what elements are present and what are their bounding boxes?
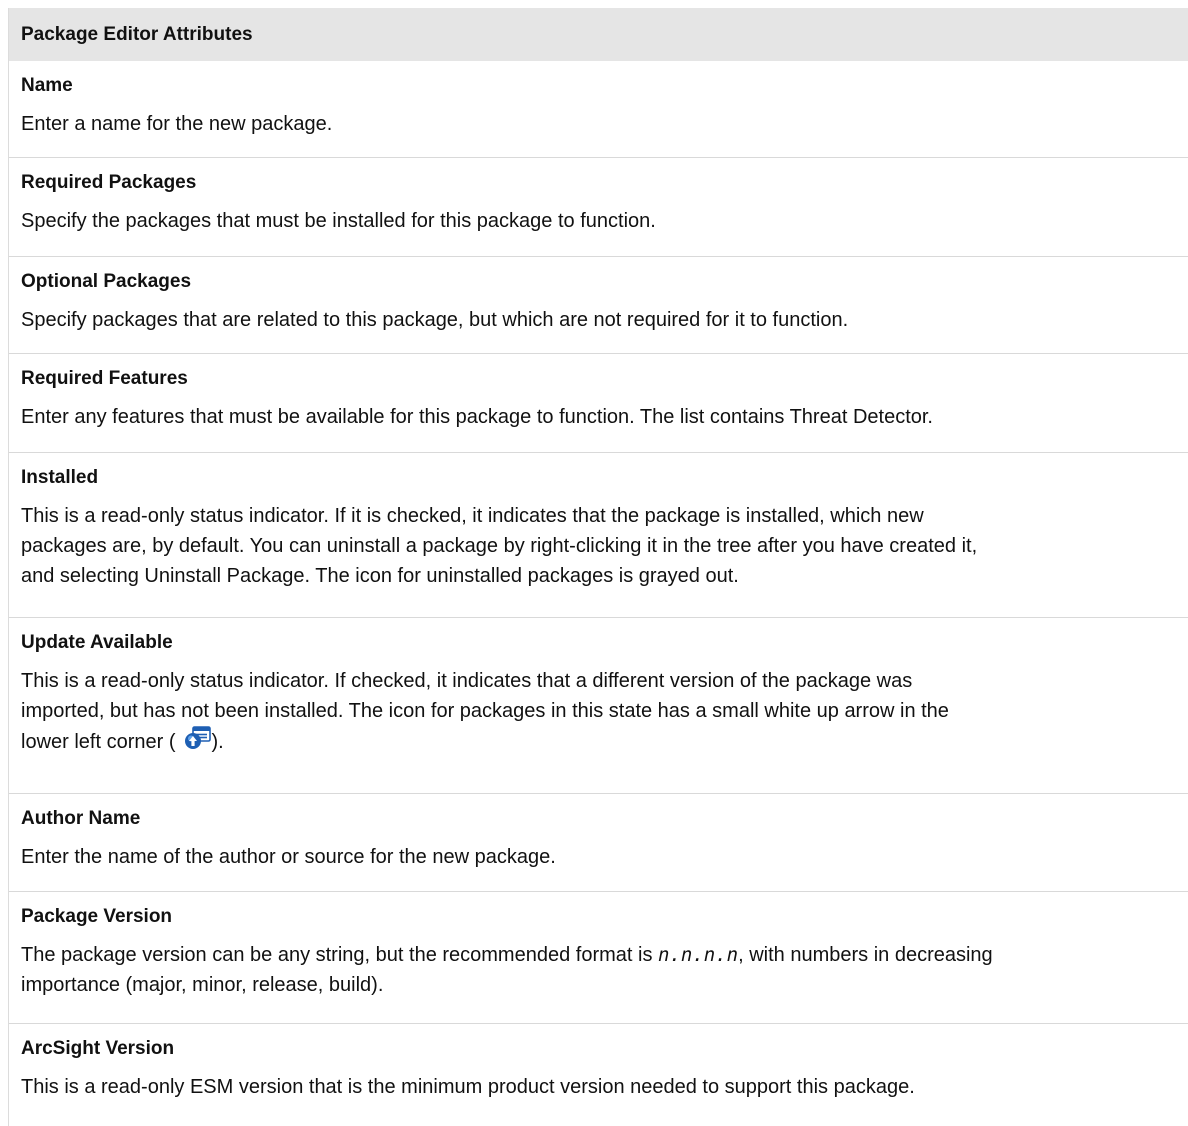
term-arcsight-version: ArcSight Version bbox=[21, 1038, 175, 1059]
desc-required-packages: Specify the packages that must be instal… bbox=[21, 210, 656, 232]
row-required-packages: Required Packages Specify the packages t… bbox=[9, 158, 1188, 257]
row-installed: Installed This is a read-only status ind… bbox=[9, 453, 1188, 618]
row-optional-packages: Optional Packages Specify packages that … bbox=[9, 257, 1188, 354]
term-update-available: Update Available bbox=[21, 632, 173, 653]
row-required-features: Required Features Enter any features tha… bbox=[9, 354, 1188, 453]
desc-installed-line-1: This is a read-only status indicator. If… bbox=[21, 505, 924, 527]
desc-installed: This is a read-only status indicator. If… bbox=[21, 501, 1188, 591]
term-optional-packages: Optional Packages bbox=[21, 271, 192, 292]
package-update-icon bbox=[184, 726, 212, 750]
desc-update-line-2: imported, but has not been installed. Th… bbox=[21, 700, 949, 722]
desc-update-available: This is a read-only status indicator. If… bbox=[21, 666, 1188, 757]
desc-optional-packages: Specify packages that are related to thi… bbox=[21, 309, 849, 331]
term-required-features: Required Features bbox=[21, 368, 188, 389]
desc-author-name: Enter the name of the author or source f… bbox=[21, 846, 556, 868]
desc-package-version: The package version can be any string, b… bbox=[21, 940, 1188, 1000]
desc-required-features: Enter any features that must be availabl… bbox=[21, 406, 933, 428]
version-format-code: n.n.n.n bbox=[658, 944, 739, 966]
table-header: Package Editor Attributes bbox=[9, 8, 1188, 61]
desc-version-text-end: , with numbers in decreasing bbox=[738, 944, 993, 966]
term-package-version: Package Version bbox=[21, 906, 173, 927]
term-installed: Installed bbox=[21, 467, 99, 488]
row-package-version: Package Version The package version can … bbox=[9, 892, 1188, 1024]
row-update-available: Update Available This is a read-only sta… bbox=[9, 618, 1188, 794]
row-name: Name Enter a name for the new package. bbox=[9, 61, 1188, 158]
desc-update-line-3-end: ). bbox=[211, 731, 224, 753]
term-required-packages: Required Packages bbox=[21, 172, 197, 193]
term-name: Name bbox=[21, 75, 73, 96]
desc-name: Enter a name for the new package. bbox=[21, 113, 333, 135]
desc-update-line-3-start: lower left corner ( bbox=[21, 731, 176, 753]
attributes-table: Package Editor Attributes Name Enter a n… bbox=[8, 8, 1188, 1126]
desc-update-line-3: lower left corner ( ). bbox=[21, 726, 1175, 757]
term-author-name: Author Name bbox=[21, 808, 141, 829]
row-author-name: Author Name Enter the name of the author… bbox=[9, 794, 1188, 892]
desc-version-line-2: importance (major, minor, release, build… bbox=[21, 974, 384, 996]
desc-version-line-1: The package version can be any string, b… bbox=[21, 940, 1175, 970]
desc-update-line-1: This is a read-only status indicator. If… bbox=[21, 670, 913, 692]
desc-installed-line-2: packages are, by default. You can uninst… bbox=[21, 535, 978, 557]
desc-version-text-start: The package version can be any string, b… bbox=[21, 944, 659, 966]
desc-arcsight-version: This is a read-only ESM version that is … bbox=[21, 1076, 915, 1098]
desc-installed-line-3: and selecting Uninstall Package. The ico… bbox=[21, 565, 739, 587]
row-arcsight-version: ArcSight Version This is a read-only ESM… bbox=[9, 1024, 1188, 1126]
